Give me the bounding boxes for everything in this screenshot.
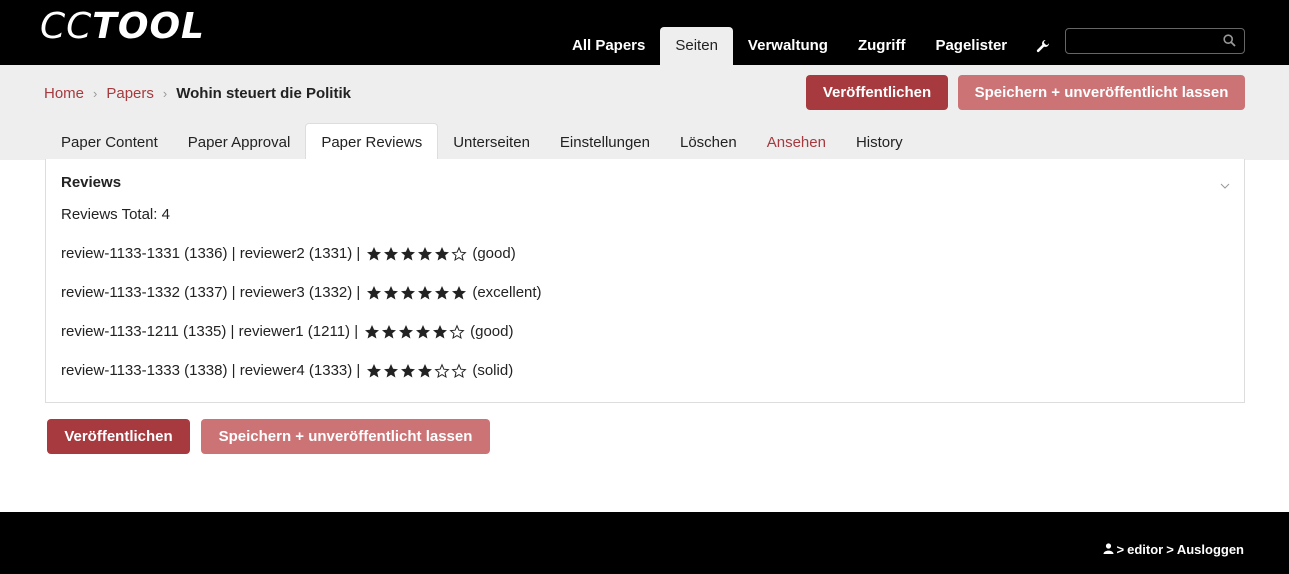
list-item: review-1133-1332 (1337) | reviewer3 (133… (61, 284, 542, 323)
chevron-right-icon: › (93, 86, 98, 101)
star-filled-icon (400, 284, 416, 305)
star-filled-icon (364, 323, 380, 344)
star-rating (366, 284, 467, 305)
review-text: review-1133-1331 (1336) | reviewer2 (133… (61, 245, 361, 262)
breadcrumb-home[interactable]: Home (44, 85, 84, 102)
breadcrumb: Home › Papers › Wohin steuert die Politi… (44, 85, 351, 102)
save-unpublished-button-bottom[interactable]: Speichern + unveröffentlicht lassen (201, 419, 490, 454)
tab-löschen[interactable]: Löschen (665, 123, 752, 160)
star-filled-icon (400, 362, 416, 383)
star-filled-icon (398, 323, 414, 344)
main-nav: All Papers Seiten Verwaltung Zugriff Pagelis… (557, 27, 1064, 65)
nav-item-zugriff[interactable]: Zugriff (843, 27, 920, 65)
star-filled-icon (366, 284, 382, 305)
tab-history[interactable]: History (841, 123, 918, 160)
username-link[interactable]: editor (1127, 542, 1163, 557)
tab-einstellungen[interactable]: Einstellungen (545, 123, 665, 160)
star-filled-icon (383, 245, 399, 266)
header-actions: Veröffentlichen Speichern + unveröffentl… (806, 75, 1245, 110)
star-filled-icon (417, 245, 433, 266)
star-filled-icon (383, 284, 399, 305)
separator: > (1166, 542, 1174, 557)
star-rating (366, 245, 467, 266)
chevron-right-icon: › (162, 86, 168, 101)
tab-bar: Paper Content Paper Approval Paper Reviews… (46, 123, 918, 160)
star-filled-icon (417, 284, 433, 305)
rating-label: (solid) (472, 362, 514, 379)
reviews-list: review-1133-1331 (1336) | reviewer2 (133… (61, 245, 542, 401)
rating-label: (good) (470, 323, 514, 340)
rating-label: (good) (472, 245, 516, 262)
breadcrumb-papers[interactable]: Papers (106, 85, 154, 102)
star-filled-icon (417, 362, 433, 383)
review-text: review-1133-1211 (1335) | reviewer1 (121… (61, 323, 359, 340)
nav-item-verwaltung[interactable]: Verwaltung (733, 27, 843, 65)
star-filled-icon (432, 323, 448, 344)
rating-label: (excellent) (472, 284, 542, 301)
tab-paper-approval[interactable]: Paper Approval (173, 123, 306, 160)
star-filled-icon (451, 284, 467, 305)
search-input[interactable] (1072, 32, 1217, 50)
star-empty-icon (451, 245, 467, 266)
separator: > (1116, 542, 1125, 557)
tab-ansehen[interactable]: Ansehen (752, 123, 841, 160)
logo-text-left: CC (40, 6, 93, 47)
star-rating (364, 323, 465, 344)
tab-paper-content[interactable]: Paper Content (46, 123, 173, 160)
logo-text-right: TOOL (92, 6, 205, 47)
tab-unterseiten[interactable]: Unterseiten (438, 123, 545, 160)
review-text: review-1133-1333 (1338) | reviewer4 (133… (61, 362, 361, 379)
star-filled-icon (383, 362, 399, 383)
chevron-down-icon[interactable] (1220, 176, 1230, 192)
page-footer: > editor > Ausloggen (0, 512, 1289, 574)
star-filled-icon (366, 245, 382, 266)
publish-button[interactable]: Veröffentlichen (806, 75, 948, 110)
wrench-icon[interactable] (1022, 27, 1064, 65)
nav-item-all-papers[interactable]: All Papers (557, 27, 660, 65)
reviews-panel: Reviews Reviews Total: 4 review-1133-133… (45, 159, 1245, 403)
nav-item-pagelister[interactable]: Pagelister (920, 27, 1022, 65)
list-item: review-1133-1211 (1335) | reviewer1 (121… (61, 323, 542, 362)
footer-actions: Veröffentlichen Speichern + unveröffentl… (47, 419, 490, 454)
publish-button-bottom[interactable]: Veröffentlichen (47, 419, 190, 454)
star-filled-icon (434, 284, 450, 305)
star-filled-icon (415, 323, 431, 344)
search-box[interactable] (1065, 28, 1245, 54)
user-icon (1103, 542, 1114, 557)
user-menu: > editor > Ausloggen (1103, 542, 1244, 557)
star-filled-icon (366, 362, 382, 383)
search-icon[interactable] (1223, 34, 1236, 50)
breadcrumb-current: Wohin steuert die Politik (176, 85, 351, 102)
star-rating (366, 362, 467, 383)
app-logo[interactable]: CC TOOL (40, 6, 205, 47)
page-header: Home › Papers › Wohin steuert die Politi… (0, 65, 1289, 160)
star-filled-icon (434, 245, 450, 266)
star-empty-icon (434, 362, 450, 383)
star-empty-icon (449, 323, 465, 344)
star-filled-icon (400, 245, 416, 266)
top-navbar: CC TOOL All Papers Seiten Verwaltung Zugriff… (0, 0, 1289, 65)
tab-paper-reviews[interactable]: Paper Reviews (305, 123, 439, 160)
list-item: review-1133-1333 (1338) | reviewer4 (133… (61, 362, 542, 401)
star-empty-icon (451, 362, 467, 383)
list-item: review-1133-1331 (1336) | reviewer2 (133… (61, 245, 542, 284)
logout-link[interactable]: Ausloggen (1177, 542, 1244, 557)
nav-item-seiten[interactable]: Seiten (660, 27, 733, 65)
reviews-total: Reviews Total: 4 (61, 206, 170, 223)
panel-title: Reviews (61, 174, 122, 191)
save-unpublished-button[interactable]: Speichern + unveröffentlicht lassen (958, 75, 1245, 110)
star-filled-icon (381, 323, 397, 344)
review-text: review-1133-1332 (1337) | reviewer3 (133… (61, 284, 361, 301)
